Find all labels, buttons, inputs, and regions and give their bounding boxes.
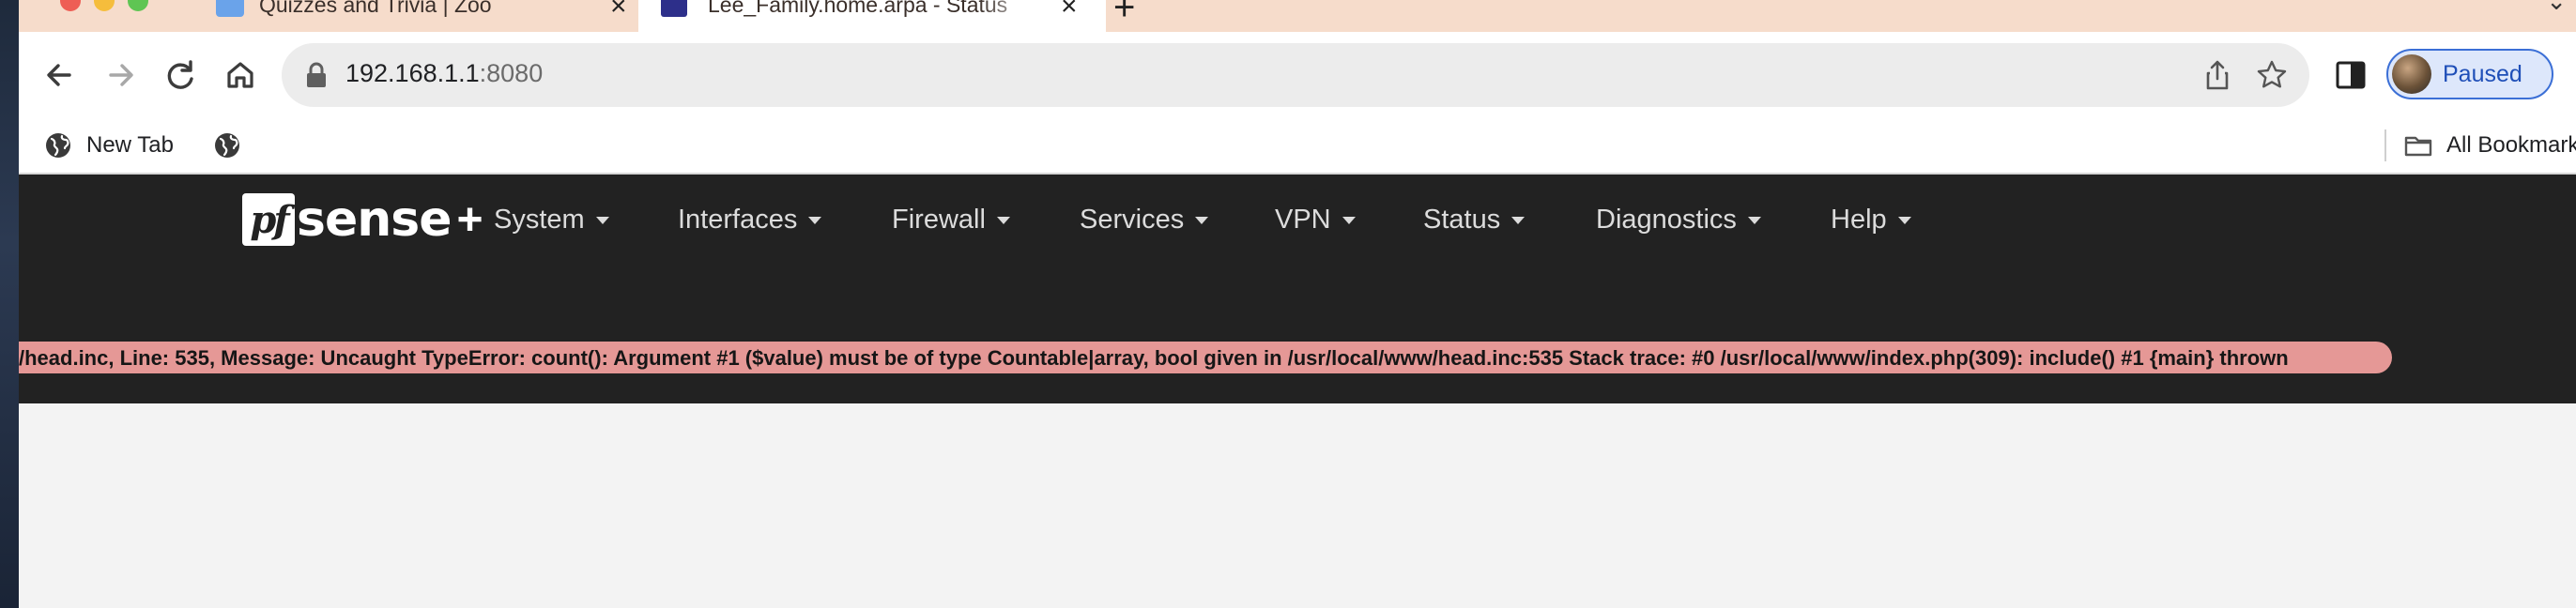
- back-button[interactable]: [38, 53, 83, 98]
- caret-down-icon: [1897, 216, 1911, 224]
- caret-down-icon: [1342, 216, 1356, 224]
- caret-down-icon: [996, 216, 1010, 224]
- back-arrow-icon: [47, 64, 71, 86]
- caret-down-icon: [1747, 216, 1761, 224]
- menu-system[interactable]: System: [494, 205, 609, 236]
- url-text: 192.168.1.1:8080: [345, 59, 544, 87]
- browser-window: Quizzes and Trivia | Zoo × Lee_Family.ho…: [19, 0, 2576, 608]
- pfsense-navbar: pf sense + System Interfaces Firewall Se…: [19, 175, 2576, 403]
- page-content: pf sense + System Interfaces Firewall Se…: [19, 175, 2576, 608]
- bookmark-label: New Tab: [86, 132, 174, 158]
- bookmarks-bar: New Tab All Bookmarks: [19, 118, 2576, 175]
- tab-title: Lee_Family.home.arpa - Status: [708, 0, 1008, 17]
- tab-close-icon[interactable]: ×: [1061, 0, 1078, 23]
- globe-icon: [215, 133, 239, 158]
- logo-sense-text: sense: [297, 191, 452, 248]
- window-maximize-button[interactable]: [128, 0, 148, 11]
- menu-label: Status: [1423, 205, 1501, 235]
- tab-title: Quizzes and Trivia | Zoo: [259, 0, 492, 17]
- new-tab-button[interactable]: +: [1113, 0, 1135, 29]
- menu-vpn[interactable]: VPN: [1275, 205, 1356, 236]
- reload-button[interactable]: [158, 53, 203, 98]
- menu-label: VPN: [1275, 205, 1331, 235]
- lock-icon[interactable]: [302, 60, 330, 90]
- caret-down-icon: [1195, 216, 1209, 224]
- reload-icon: [167, 60, 193, 89]
- avatar: [2392, 54, 2431, 94]
- side-panel-icon[interactable]: [2332, 56, 2369, 94]
- bookmark-star-icon[interactable]: [2255, 58, 2289, 92]
- menu-firewall[interactable]: Firewall: [892, 205, 1010, 236]
- tab-search-chevron-icon[interactable]: ⌄: [2546, 0, 2567, 16]
- zoo-favicon-icon: [216, 0, 244, 17]
- menu-help[interactable]: Help: [1831, 205, 1911, 236]
- error-message: /head.inc, Line: 535, Message: Uncaught …: [19, 346, 2289, 370]
- all-bookmarks-label: All Bookmarks: [2446, 132, 2576, 158]
- folder-icon: [2404, 136, 2432, 157]
- browser-toolbar: 192.168.1.1:8080 Paused: [19, 32, 2576, 118]
- window-close-button[interactable]: [60, 0, 81, 11]
- menu-diagnostics[interactable]: Diagnostics: [1596, 205, 1761, 236]
- menu-label: Firewall: [892, 205, 986, 235]
- menu-services[interactable]: Services: [1080, 205, 1209, 236]
- share-icon[interactable]: [2200, 58, 2234, 92]
- bookmark-untitled[interactable]: [212, 129, 242, 161]
- desktop-background: [0, 0, 19, 608]
- menu-interfaces[interactable]: Interfaces: [678, 205, 822, 236]
- bookmark-new-tab[interactable]: New Tab: [43, 129, 174, 161]
- tab-strip: Quizzes and Trivia | Zoo × Lee_Family.ho…: [19, 0, 2576, 32]
- address-bar[interactable]: 192.168.1.1:8080: [282, 43, 2309, 107]
- menu-label: System: [494, 205, 585, 235]
- all-bookmarks-button[interactable]: All Bookmarks: [2403, 129, 2576, 161]
- menu-label: Services: [1080, 205, 1185, 235]
- menu-label: Diagnostics: [1596, 205, 1737, 235]
- window-minimize-button[interactable]: [94, 0, 115, 11]
- profile-button[interactable]: Paused: [2386, 49, 2553, 99]
- menu-status[interactable]: Status: [1423, 205, 1526, 236]
- home-icon: [227, 62, 253, 88]
- window-controls: [60, 0, 148, 11]
- globe-icon: [46, 133, 70, 158]
- forward-button[interactable]: [98, 53, 143, 98]
- tab-pfsense-status[interactable]: Lee_Family.home.arpa - Status ×: [638, 0, 1106, 32]
- menu-label: Help: [1831, 205, 1887, 235]
- bookmarks-divider: [2384, 129, 2386, 161]
- logo-plus-text: +: [456, 194, 483, 245]
- php-error-banner: /head.inc, Line: 535, Message: Uncaught …: [19, 342, 2392, 373]
- menu-label: Interfaces: [678, 205, 798, 235]
- caret-down-icon: [595, 216, 609, 224]
- pfsense-favicon-icon: [661, 0, 687, 17]
- tab-close-icon[interactable]: ×: [610, 0, 627, 23]
- forward-arrow-icon: [109, 64, 133, 86]
- logo-pf-mark: pf: [242, 193, 295, 246]
- pfsense-logo[interactable]: pf sense +: [242, 191, 483, 248]
- profile-status-label: Paused: [2443, 61, 2522, 87]
- tab-quizzes[interactable]: Quizzes and Trivia | Zoo ×: [207, 0, 657, 32]
- caret-down-icon: [808, 216, 822, 224]
- home-button[interactable]: [218, 53, 263, 98]
- caret-down-icon: [1511, 216, 1526, 224]
